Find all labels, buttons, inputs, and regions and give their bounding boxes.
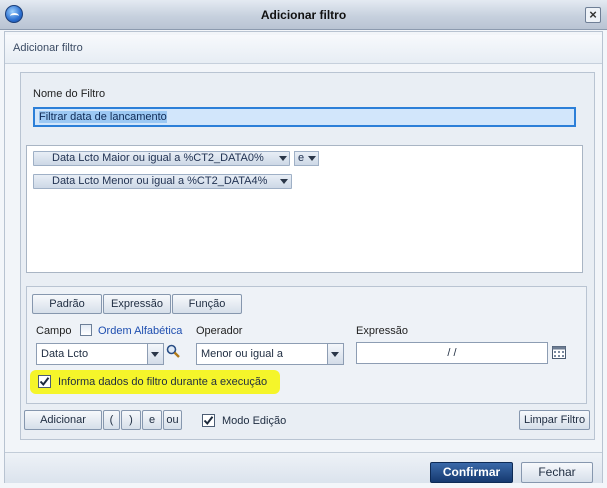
window-title: Adicionar filtro: [260, 8, 347, 22]
add-condition-button[interactable]: Adicionar: [24, 410, 102, 430]
chevron-down-icon[interactable]: [279, 156, 287, 161]
chevron-down-icon[interactable]: [280, 179, 288, 184]
campo-label: Campo: [36, 325, 72, 337]
confirm-button[interactable]: Confirmar: [430, 462, 513, 483]
dialog-header-title: Adicionar filtro: [13, 42, 83, 54]
dialog-header: [5, 35, 602, 64]
tab-funcao[interactable]: Função: [172, 294, 242, 314]
close-button[interactable]: ×: [585, 7, 601, 23]
filter-name-label: Nome do Filtro: [33, 88, 106, 100]
expressao-label: Expressão: [356, 325, 408, 337]
modo-edicao-checkbox[interactable]: [202, 414, 215, 427]
chevron-down-icon[interactable]: [308, 156, 316, 161]
ordem-alfabetica-checkbox[interactable]: [80, 324, 92, 336]
chevron-down-icon[interactable]: [331, 352, 339, 357]
informa-dados-label[interactable]: Informa dados do filtro durante a execuç…: [58, 376, 267, 388]
operador-select[interactable]: Menor ou igual a: [196, 343, 344, 365]
or-button[interactable]: ou: [163, 410, 182, 430]
operador-label: Operador: [196, 325, 243, 337]
filter-name-value: Filtrar data de lancamento: [39, 111, 167, 123]
checkmark-icon: [39, 377, 50, 387]
ordem-alfabetica-label[interactable]: Ordem Alfabética: [98, 325, 182, 337]
checkmark-icon: [203, 416, 214, 426]
and-button[interactable]: e: [142, 410, 162, 430]
campo-select[interactable]: Data Lcto: [36, 343, 164, 365]
tab-padrao[interactable]: Padrão: [32, 294, 102, 314]
expressao-date-input[interactable]: / /: [356, 342, 548, 364]
tab-expressao[interactable]: Expressão: [103, 294, 171, 314]
open-paren-button[interactable]: (: [103, 410, 120, 430]
condition-item[interactable]: Data Lcto Maior ou igual a %CT2_DATA0%: [33, 151, 290, 166]
chevron-down-icon[interactable]: [151, 352, 159, 357]
condition-item[interactable]: Data Lcto Menor ou igual a %CT2_DATA4%: [33, 174, 292, 189]
close-paren-button[interactable]: ): [121, 410, 141, 430]
close-dialog-button[interactable]: Fechar: [521, 462, 593, 483]
calendar-icon[interactable]: [552, 346, 566, 359]
search-icon[interactable]: [166, 344, 180, 358]
informa-dados-checkbox[interactable]: [38, 375, 51, 388]
modo-edicao-label[interactable]: Modo Edição: [222, 415, 286, 427]
filter-name-input[interactable]: Filtrar data de lancamento: [33, 107, 576, 127]
clear-filter-button[interactable]: Limpar Filtro: [519, 410, 590, 430]
